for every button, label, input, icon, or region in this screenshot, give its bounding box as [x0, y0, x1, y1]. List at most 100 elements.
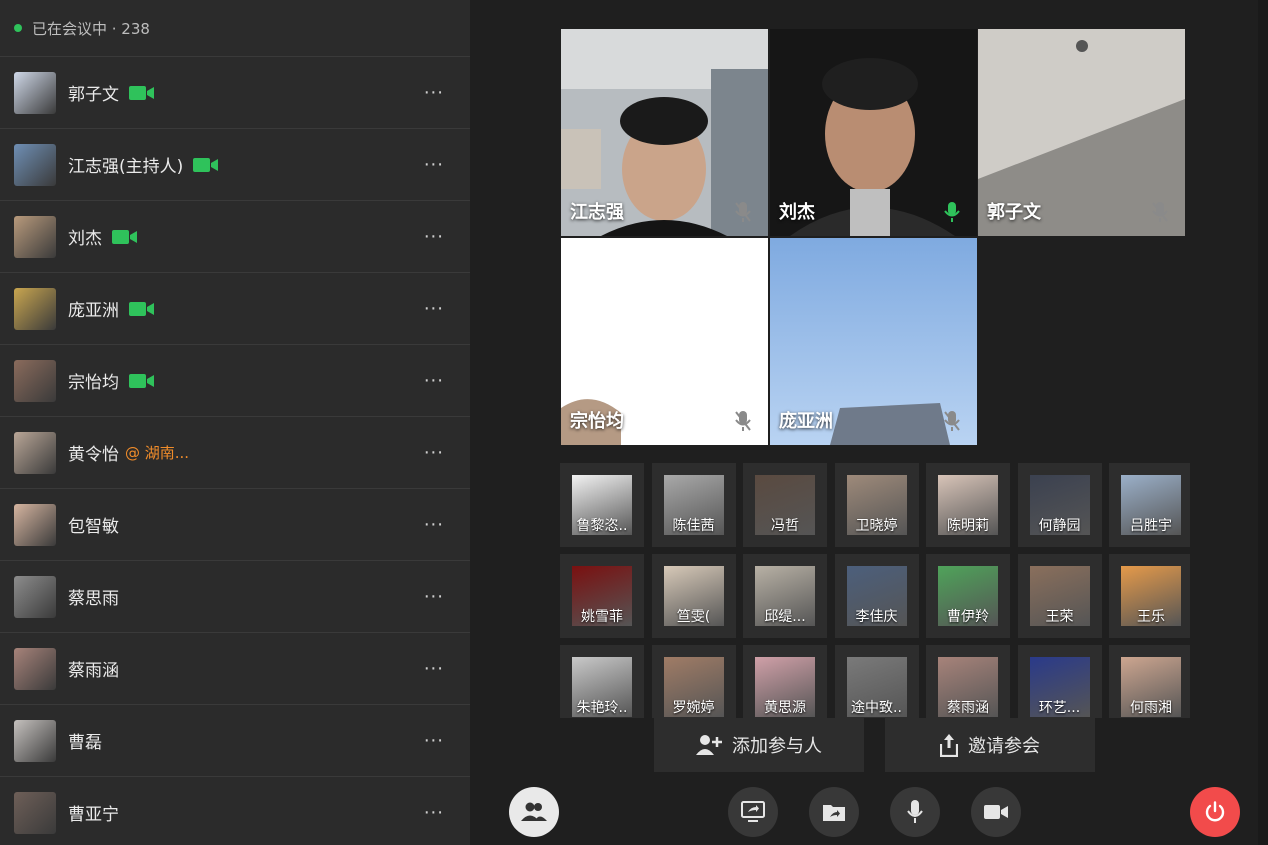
participant-thumbnail[interactable]: 黄思源 [743, 645, 827, 718]
thumbnail-name: 蔡雨涵 [947, 700, 989, 716]
participant-thumbnail[interactable]: 卫晓婷 [834, 463, 919, 547]
participant-thumbnail[interactable]: 何静园 [1017, 463, 1102, 547]
participant-name: 江志强(主持人) [68, 157, 184, 177]
avatar [14, 647, 56, 690]
participant-row[interactable]: 蔡思雨 ··· [0, 561, 470, 633]
video-tile-4[interactable]: 庞亚洲 [770, 238, 977, 445]
participant-row[interactable]: 江志强(主持人) ··· [0, 129, 470, 201]
mic-muted-icon [735, 411, 751, 431]
more-options-button[interactable]: ··· [424, 442, 444, 463]
participant-thumbnail[interactable]: 罗婉婷 [651, 645, 736, 718]
video-name-3: 宗怡均 [570, 411, 624, 432]
participant-thumbnail[interactable]: 姚雪菲 [560, 554, 644, 638]
participant-thumbnail[interactable]: 王荣 [1017, 554, 1102, 638]
participant-row[interactable]: 黄令怡 @ 湖南... ··· [0, 417, 470, 489]
participant-thumbnail[interactable]: 冯哲 [743, 463, 827, 547]
invite-button[interactable]: 邀请参会 [885, 718, 1095, 772]
thumbnail-name: 吕胜宇 [1130, 518, 1172, 534]
video-name-1: 刘杰 [779, 202, 815, 223]
avatar [14, 359, 56, 402]
participant-name: 宗怡均 [68, 373, 119, 393]
participant-thumbnail[interactable]: 李佳庆 [834, 554, 919, 638]
participant-thumbnail[interactable]: 途中致.. [834, 645, 919, 718]
thumbnail-name: 何静园 [1038, 518, 1081, 534]
participant-thumbnail[interactable]: 笪雯( [651, 554, 736, 638]
mic-muted-icon [735, 202, 751, 222]
more-options-button[interactable]: ··· [424, 82, 444, 103]
participant-thumbnail[interactable]: 陈佳茜 [651, 463, 736, 547]
avatar [14, 287, 56, 330]
avatar [14, 719, 56, 762]
participant-sidebar: 已在会议中 · 238 郭子文 ··· 江志强(主持人) ··· 刘杰 ··· 庞亚洲 ···… [0, 0, 470, 845]
video-name-0: 江志强 [570, 202, 624, 223]
invite-label: 邀请参会 [968, 736, 1040, 757]
participant-thumbnail[interactable]: 吕胜宇 [1109, 463, 1190, 547]
camera-button[interactable] [971, 787, 1021, 837]
thumbnail-name: 陈佳茜 [672, 518, 715, 534]
thumbnail-name: 冯哲 [771, 518, 799, 534]
more-options-button[interactable]: ··· [424, 298, 444, 319]
meeting-status-text: 已在会议中 · 238 [32, 19, 150, 38]
add-participant-button[interactable]: 添加参与人 [654, 718, 864, 772]
participant-thumbnail[interactable]: 陈明莉 [926, 463, 1010, 547]
share-file-button[interactable] [809, 787, 859, 837]
video-tile-0[interactable]: 江志强 [561, 29, 768, 236]
avatar [14, 143, 56, 186]
participant-name: 包智敏 [68, 517, 119, 537]
more-options-button[interactable]: ··· [424, 658, 444, 679]
participant-thumbnail[interactable]: 朱艳玲.. [560, 645, 644, 718]
avatar [14, 431, 56, 474]
participant-thumbnail[interactable]: 王乐 [1109, 554, 1190, 638]
participant-name: 庞亚洲 [68, 301, 119, 321]
more-options-button[interactable]: ··· [424, 802, 444, 823]
thumbnail-name: 途中致.. [851, 700, 902, 716]
folder-share-icon [823, 805, 845, 821]
participant-location: @ 湖南... [125, 444, 190, 462]
more-options-button[interactable]: ··· [424, 154, 444, 175]
participant-thumbnail[interactable]: 鲁黎恣.. [560, 463, 644, 547]
participant-name: 郭子文 [68, 85, 119, 105]
participant-thumbnail[interactable]: 曹伊羚 [926, 554, 1010, 638]
avatar [14, 71, 56, 114]
participant-thumbnail[interactable]: 何雨湘 [1109, 645, 1190, 718]
participant-row[interactable]: 宗怡均 ··· [0, 345, 470, 417]
avatar [14, 791, 56, 834]
participant-name: 蔡雨涵 [68, 661, 119, 681]
screen-share-button[interactable] [728, 787, 778, 837]
more-options-button[interactable]: ··· [424, 586, 444, 607]
thumbnail-name: 卫晓婷 [855, 518, 898, 534]
participant-thumbnail-grid[interactable]: 鲁黎恣.. 陈佳茜 冯哲 卫晓婷 陈明莉 何静园 吕胜宇姚雪菲 笪雯(邱缇... 李佳庆 曹伊羚 王… [560, 463, 1190, 718]
camera-on-icon [112, 229, 137, 244]
video-tile-3[interactable]: 宗怡均 [561, 238, 768, 445]
participant-thumbnail[interactable]: 蔡雨涵 [926, 645, 1010, 718]
participant-row[interactable]: 包智敏 ··· [0, 489, 470, 561]
thumbnail-name: 罗婉婷 [672, 700, 715, 716]
microphone-button[interactable] [890, 787, 940, 837]
more-options-button[interactable]: ··· [424, 514, 444, 535]
camera-on-icon [129, 373, 154, 388]
participant-row[interactable]: 庞亚洲 ··· [0, 273, 470, 345]
participant-row[interactable]: 郭子文 ··· [0, 57, 470, 129]
video-name-2: 郭子文 [987, 202, 1041, 223]
avatar [14, 215, 56, 258]
more-options-button[interactable]: ··· [424, 226, 444, 247]
thumbnail-name: 李佳庆 [855, 609, 898, 625]
thumbnail-name: 曹伊羚 [947, 609, 989, 625]
video-tile-1[interactable]: 刘杰 [770, 29, 977, 236]
participant-row[interactable]: 刘杰 ··· [0, 201, 470, 273]
mic-muted-icon [944, 411, 960, 431]
avatar [14, 575, 56, 618]
participant-thumbnail[interactable]: 邱缇... [743, 554, 827, 638]
more-options-button[interactable]: ··· [424, 370, 444, 391]
end-meeting-button[interactable] [1190, 787, 1240, 837]
add-user-icon [696, 735, 722, 755]
participant-row[interactable]: 曹亚宁 ··· [0, 777, 470, 845]
participant-row[interactable]: 曹磊 ··· [0, 705, 470, 777]
camera-on-icon [129, 85, 154, 100]
participant-thumbnail[interactable]: 环艺... [1017, 645, 1102, 718]
thumbnail-name: 王乐 [1137, 609, 1165, 625]
more-options-button[interactable]: ··· [424, 730, 444, 751]
participants-toggle-button[interactable] [509, 787, 559, 837]
participant-row[interactable]: 蔡雨涵 ··· [0, 633, 470, 705]
video-tile-2[interactable]: 郭子文 [978, 29, 1185, 236]
